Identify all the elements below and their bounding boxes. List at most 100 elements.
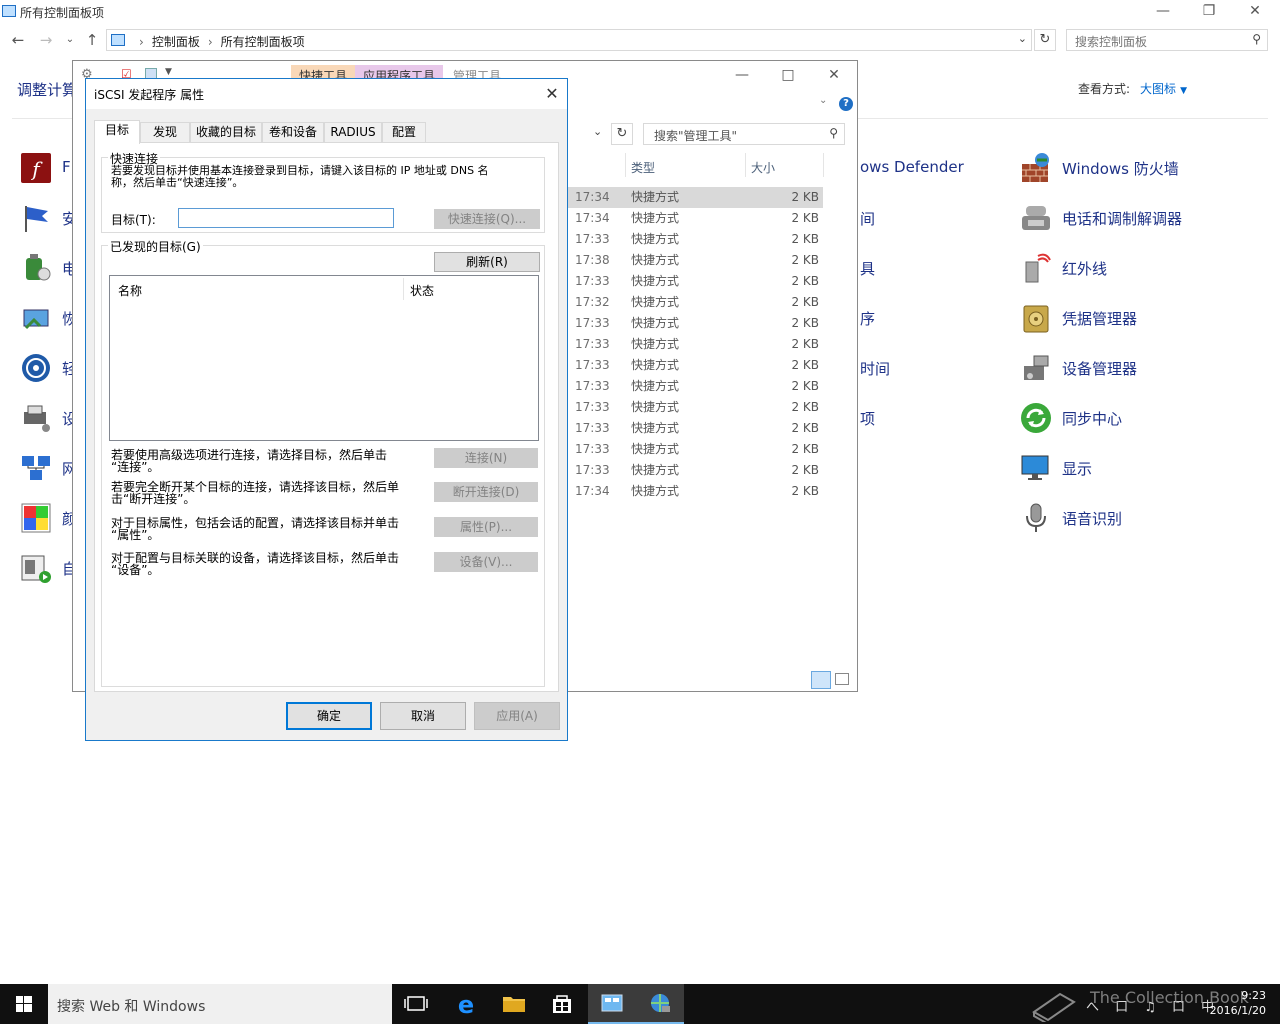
file-type: 快捷方式 <box>631 442 680 456</box>
file-row[interactable]: 17:34 快捷方式 2 KB <box>567 187 823 208</box>
dialog-titlebar: iSCSI 发起程序 属性 ✕ <box>86 79 567 109</box>
file-modified-time: 17:33 <box>575 379 610 393</box>
tab-favorite-targets[interactable]: 收藏的目标 <box>190 122 262 143</box>
file-row[interactable]: 17:33 快捷方式 2 KB <box>567 439 823 460</box>
clock[interactable]: 9:23 2016/1/20 <box>1210 988 1266 1018</box>
ok-button[interactable]: 确定 <box>286 702 372 730</box>
taskbar-edge[interactable]: e <box>442 984 490 1024</box>
file-row[interactable]: 17:34 快捷方式 2 KB <box>567 208 823 229</box>
taskbar-search-box[interactable]: 搜索 Web 和 Windows <box>48 984 392 1024</box>
breadcrumb-all-items[interactable]: 所有控制面板项 <box>221 35 305 49</box>
connect-button[interactable]: 连接(N) <box>434 448 538 468</box>
properties-button[interactable]: 属性(P)... <box>434 517 538 537</box>
file-row[interactable]: 17:33 快捷方式 2 KB <box>567 334 823 355</box>
large-icons-view-icon[interactable] <box>835 673 849 685</box>
file-row[interactable]: 17:33 快捷方式 2 KB <box>567 418 823 439</box>
caret-down-icon[interactable]: ▼ <box>1180 86 1187 96</box>
taskbar-control-panel[interactable] <box>588 984 636 1024</box>
cancel-button[interactable]: 取消 <box>380 702 466 730</box>
view-by-dropdown[interactable]: 大图标 <box>1140 82 1176 96</box>
discovered-targets-list[interactable]: 名称 状态 <box>109 275 539 441</box>
tab-discovery[interactable]: 发现 <box>140 122 190 143</box>
explorer-refresh-icon[interactable]: ↻ <box>611 123 633 145</box>
view-by-label: 查看方式: <box>1078 82 1131 96</box>
column-header-name[interactable]: 名称 <box>118 282 142 299</box>
column-divider[interactable] <box>745 153 746 177</box>
column-divider[interactable] <box>823 153 824 177</box>
file-size: 2 KB <box>791 421 819 435</box>
file-row[interactable]: 17:33 快捷方式 2 KB <box>567 355 823 376</box>
up-arrow-icon[interactable]: ↑ <box>82 30 102 50</box>
column-header-size[interactable]: 大小 <box>751 159 775 176</box>
close-button[interactable]: ✕ <box>1232 0 1278 24</box>
breadcrumb-control-panel[interactable]: 控制面板 <box>152 35 200 49</box>
explorer-close-button[interactable]: ✕ <box>811 63 857 87</box>
details-view-icon[interactable] <box>811 671 831 689</box>
file-row[interactable]: 17:33 快捷方式 2 KB <box>567 376 823 397</box>
recent-dropdown-icon[interactable]: ⌄ <box>60 30 80 50</box>
connect-description-line2: “连接”。 <box>111 460 160 474</box>
ribbon-expand-chevron-icon[interactable]: ⌄ <box>819 95 827 106</box>
cp-item-label: 凭据管理器 <box>1062 310 1138 328</box>
disconnect-button[interactable]: 断开连接(D) <box>434 482 538 502</box>
explorer-address-dropdown-icon[interactable]: ⌄ <box>593 125 602 138</box>
search-placeholder: 搜索控制面板 <box>1075 35 1148 49</box>
file-modified-time: 17:34 <box>575 190 610 204</box>
refresh-icon[interactable]: ↻ <box>1034 29 1056 51</box>
file-row[interactable]: 17:32 快捷方式 2 KB <box>567 292 823 313</box>
minimize-button[interactable]: — <box>1140 0 1186 24</box>
refresh-button[interactable]: 刷新(R) <box>434 252 540 272</box>
apply-button[interactable]: 应用(A) <box>474 702 560 730</box>
file-size: 2 KB <box>791 316 819 330</box>
start-button[interactable] <box>0 984 48 1024</box>
explorer-maximize-button[interactable]: □ <box>765 63 811 87</box>
recovery-icon <box>23 309 49 330</box>
infrared-icon <box>1025 253 1051 283</box>
phone-modem-icon <box>1022 206 1050 230</box>
qat-dropdown-icon[interactable]: ▼ <box>165 67 172 77</box>
taskbar-iscsi[interactable] <box>636 984 684 1024</box>
tab-targets[interactable]: 目标 <box>94 120 140 144</box>
column-header-status[interactable]: 状态 <box>410 282 434 299</box>
file-row[interactable]: 17:34 快捷方式 2 KB <box>567 481 823 502</box>
cp-item-label: 红外线 <box>1062 260 1108 278</box>
tab-volumes-devices[interactable]: 卷和设备 <box>262 122 324 143</box>
help-icon[interactable]: ? <box>839 97 853 111</box>
explorer-search-placeholder: 搜索"管理工具" <box>654 129 738 143</box>
task-view-button[interactable] <box>392 984 440 1024</box>
quick-connect-button[interactable]: 快速连接(Q)... <box>434 209 540 229</box>
explorer-minimize-button[interactable]: — <box>719 63 765 87</box>
tab-configuration[interactable]: 配置 <box>382 122 426 143</box>
explorer-search-input[interactable]: 搜索"管理工具" ⚲ <box>643 123 845 145</box>
file-modified-time: 17:33 <box>575 400 610 414</box>
address-dropdown-icon[interactable]: ⌄ <box>1018 32 1027 45</box>
file-row[interactable]: 17:33 快捷方式 2 KB <box>567 397 823 418</box>
file-row[interactable]: 17:33 快捷方式 2 KB <box>567 229 823 250</box>
cp-item-label: 语音识别 <box>1062 510 1123 528</box>
file-row[interactable]: 17:38 快捷方式 2 KB <box>567 250 823 271</box>
file-row[interactable]: 17:33 快捷方式 2 KB <box>567 460 823 481</box>
forward-arrow-icon[interactable]: → <box>36 30 56 50</box>
address-bar[interactable]: › 控制面板 › 所有控制面板项 ⌄ <box>106 29 1032 51</box>
column-divider[interactable] <box>403 278 404 300</box>
back-arrow-icon[interactable]: ← <box>8 30 28 50</box>
taskbar-store[interactable] <box>538 984 586 1024</box>
control-panel-navbar: ← → ⌄ ↑ › 控制面板 › 所有控制面板项 ⌄ ↻ 搜索控制面板 ⚲ <box>0 26 1280 54</box>
column-divider[interactable] <box>625 153 626 177</box>
dialog-close-button[interactable]: ✕ <box>537 79 567 109</box>
target-input[interactable] <box>178 208 394 228</box>
tab-radius[interactable]: RADIUS <box>324 122 382 143</box>
display-icon <box>1021 455 1049 480</box>
file-list: 17:34 快捷方式 2 KB 17:34 快捷方式 2 KB 17:33 快捷方式 2 KB 1… <box>567 187 823 502</box>
devices-button[interactable]: 设备(V)... <box>434 552 538 572</box>
control-panel-search-input[interactable]: 搜索控制面板 ⚲ <box>1066 29 1268 51</box>
column-header-type[interactable]: 类型 <box>631 159 655 176</box>
file-size: 2 KB <box>791 274 819 288</box>
taskbar-file-explorer[interactable] <box>490 984 538 1024</box>
file-row[interactable]: 17:33 快捷方式 2 KB <box>567 271 823 292</box>
network-icon <box>22 456 50 480</box>
file-type: 快捷方式 <box>631 316 680 330</box>
maximize-button[interactable]: ❐ <box>1186 0 1232 24</box>
firewall-icon <box>1022 153 1049 182</box>
file-row[interactable]: 17:33 快捷方式 2 KB <box>567 313 823 334</box>
